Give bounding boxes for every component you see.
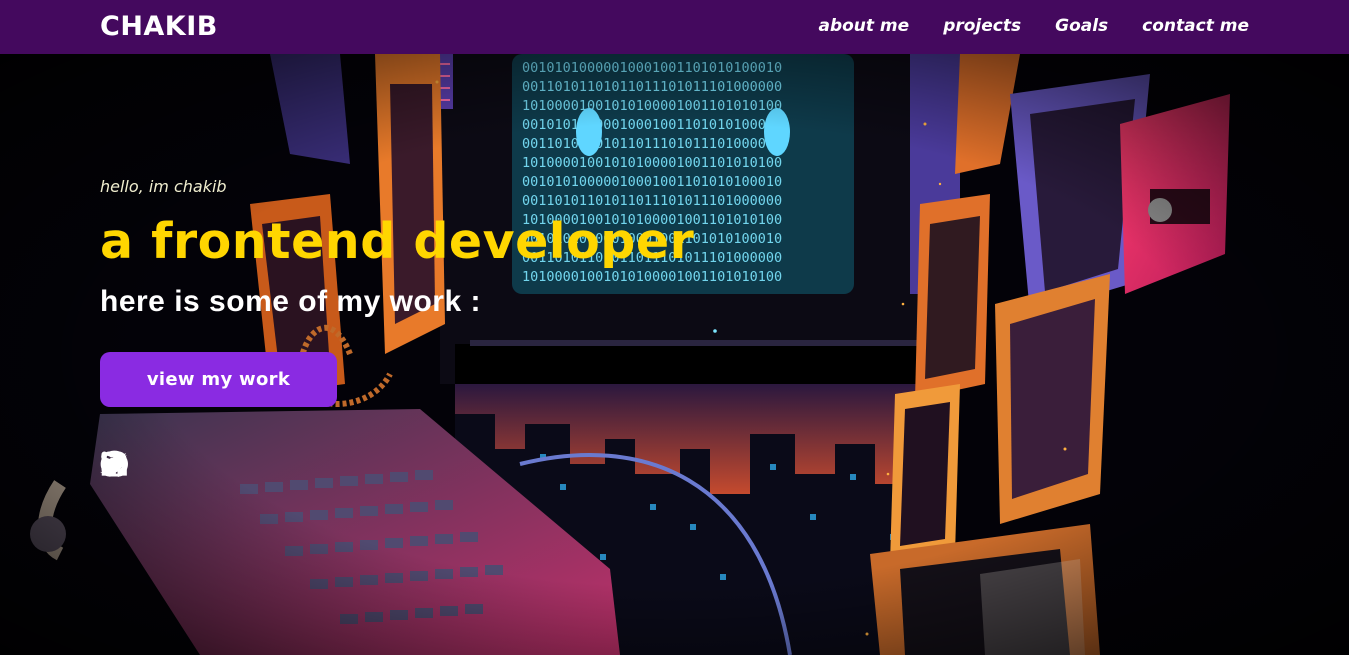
github-icon[interactable]: [100, 450, 308, 478]
nav-projects[interactable]: projects: [943, 16, 1021, 36]
nav-contact-me[interactable]: contact me: [1142, 16, 1249, 36]
subline-text: here is some of my work :: [100, 285, 481, 318]
top-navbar: CHAKIB about me projects Goals contact m…: [0, 0, 1349, 54]
main-nav: about me projects Goals contact me: [818, 16, 1249, 36]
hero-section: 0010101000001000100110101010001000110101…: [0, 54, 1349, 655]
headline-title: a frontend developer: [100, 213, 695, 270]
nav-goals[interactable]: Goals: [1055, 16, 1108, 36]
view-my-work-button[interactable]: view my work: [100, 352, 337, 407]
brand-logo[interactable]: CHAKIB: [100, 11, 218, 42]
social-links: [100, 450, 308, 478]
instagram-icon[interactable]: [101, 450, 248, 478]
twitter-icon[interactable]: [100, 450, 188, 478]
greeting-text: hello, im chakib: [100, 177, 227, 196]
nav-about-me[interactable]: about me: [818, 16, 909, 36]
